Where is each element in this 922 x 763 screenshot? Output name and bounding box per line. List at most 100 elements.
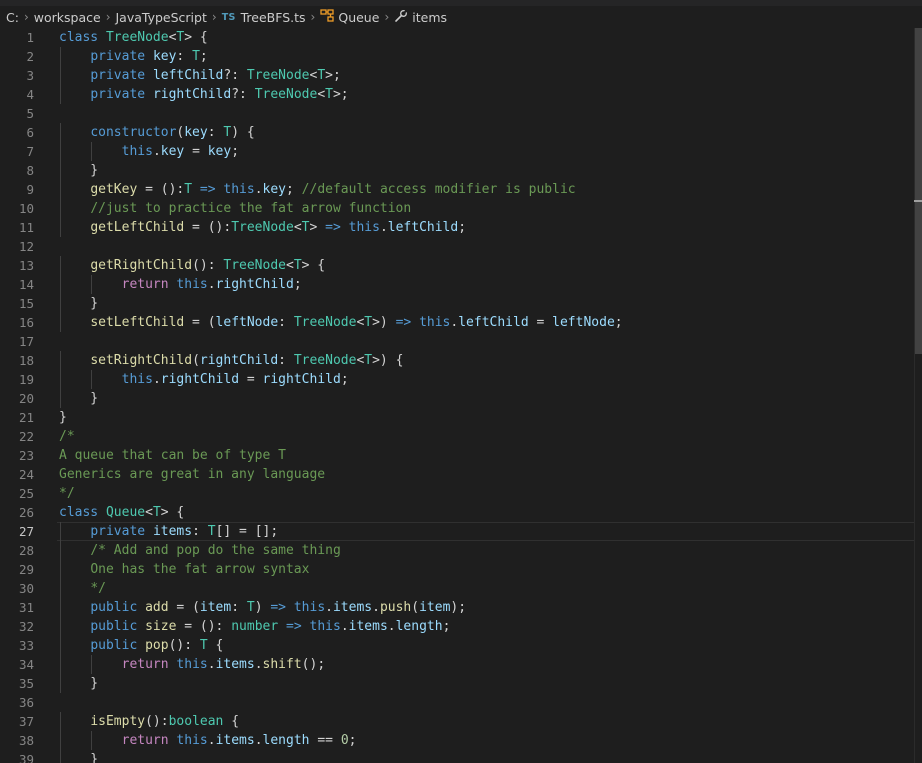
code-token: ; — [442, 619, 451, 634]
code-line[interactable]: 16 setLeftChild = (leftNode: TreeNode<T>… — [0, 313, 914, 332]
code-line[interactable]: 35 } — [0, 674, 914, 693]
code-token: . — [207, 277, 216, 292]
code-line[interactable]: 14 return this.rightChild; — [0, 275, 914, 294]
code-token: One has the fat arrow syntax — [90, 562, 310, 577]
code-line[interactable]: 24 Generics are great in any language — [0, 465, 914, 484]
code-line[interactable]: 2 private key: T; — [0, 47, 914, 66]
line-number: 5 — [26, 106, 34, 121]
breadcrumb-class[interactable]: Queue — [338, 10, 379, 25]
line-number: 32 — [18, 619, 34, 634]
code-line[interactable]: 39 } — [0, 750, 914, 763]
code-token: : — [278, 353, 294, 368]
code-line[interactable]: 12 — [0, 237, 914, 256]
code-line[interactable]: 20 } — [0, 389, 914, 408]
code-token: ; — [340, 372, 349, 387]
code-line[interactable]: 18 setRightChild(rightChild: TreeNode<T>… — [0, 351, 914, 370]
code-line[interactable]: 8 } — [0, 161, 914, 180]
code-line[interactable]: 33 public pop(): T { — [0, 636, 914, 655]
code-line[interactable]: 23 A queue that can be of type T — [0, 446, 914, 465]
code-token: (): — [192, 258, 224, 273]
line-number: 12 — [18, 239, 34, 254]
code-text: /* — [59, 427, 75, 446]
code-token: public — [90, 638, 138, 653]
code-line[interactable]: 25 */ — [0, 484, 914, 503]
code-text: } — [59, 389, 98, 408]
code-line[interactable]: 5 — [0, 104, 914, 123]
code-token: private — [90, 68, 146, 83]
code-line[interactable]: 19 this.rightChild = rightChild; — [0, 370, 914, 389]
code-text: class Queue<T> { — [59, 503, 184, 522]
line-number: 30 — [18, 581, 34, 596]
code-token: this — [309, 619, 341, 634]
breadcrumb-folder-workspace[interactable]: workspace — [34, 10, 101, 25]
line-number: 11 — [18, 220, 34, 235]
code-text: } — [59, 408, 67, 427]
code-line[interactable]: 13 getRightChild(): TreeNode<T> { — [0, 256, 914, 275]
breadcrumb-member[interactable]: items — [412, 10, 447, 25]
code-text: public pop(): T { — [59, 636, 223, 655]
code-line[interactable]: 22 /* — [0, 427, 914, 446]
code-line[interactable]: 26 class Queue<T> { — [0, 503, 914, 522]
line-number: 39 — [18, 752, 34, 763]
code-line[interactable]: 17 — [0, 332, 914, 351]
code-token: items — [215, 657, 255, 672]
code-token: => — [199, 182, 216, 197]
code-line[interactable]: 10 //just to practice the fat arrow func… — [0, 199, 914, 218]
code-token: length — [395, 619, 443, 634]
code-line[interactable]: 37 isEmpty():boolean { — [0, 712, 914, 731]
breadcrumb-drive[interactable]: C: — [6, 10, 19, 25]
code-line[interactable]: 34 return this.items.shift(); — [0, 655, 914, 674]
code-text: setLeftChild = (leftNode: TreeNode<T>) =… — [59, 313, 622, 332]
code-token: T — [184, 182, 193, 197]
breadcrumb-folder-javatypescript[interactable]: JavaTypeScript — [116, 10, 207, 25]
code-token: push — [379, 600, 412, 615]
code-line[interactable]: 15 } — [0, 294, 914, 313]
code-line[interactable]: 28 /* Add and pop do the same thing — [0, 541, 914, 560]
code-line[interactable]: 11 getLeftChild = ():TreeNode<T> => this… — [0, 218, 914, 237]
code-token: = (): — [137, 182, 185, 197]
code-text: private items: T[] = []; — [59, 522, 278, 541]
code-line[interactable]: 9 getKey = ():T => this.key; //default a… — [0, 180, 914, 199]
code-line[interactable]: 21} — [0, 408, 914, 427]
line-number: 3 — [26, 68, 34, 83]
code-line[interactable]: 27 private items: T[] = []; — [0, 522, 914, 541]
code-line[interactable]: 32 public size = (): number => this.item… — [0, 617, 914, 636]
code-token: /* Add and pop do the same thing — [90, 543, 341, 558]
line-number: 15 — [18, 296, 34, 311]
code-token: (): — [168, 638, 200, 653]
code-token: leftChild — [387, 220, 459, 235]
code-editor[interactable]: 1 class TreeNode<T> {2 private key: T; 3 p… — [0, 28, 914, 763]
line-number: 7 — [26, 144, 34, 159]
code-token: . — [340, 619, 349, 634]
code-token: > — [309, 220, 326, 235]
code-text: return this.items.shift(); — [59, 655, 326, 674]
code-token: > { — [184, 30, 208, 45]
code-line[interactable]: 31 public add = (item: T) => this.items.… — [0, 598, 914, 617]
code-token: this — [176, 657, 208, 672]
code-line[interactable]: 29 One has the fat arrow syntax — [0, 560, 914, 579]
code-token: } — [59, 676, 99, 691]
code-text: Generics are great in any language — [59, 465, 325, 484]
code-line[interactable]: 7 this.key = key; — [0, 142, 914, 161]
code-line[interactable]: 4 private rightChild?: TreeNode<T>; — [0, 85, 914, 104]
code-line[interactable]: 6 constructor(key: T) { — [0, 123, 914, 142]
code-text: */ — [59, 484, 75, 503]
vertical-scrollbar-thumb[interactable] — [915, 28, 922, 354]
code-token: TreeNode — [223, 258, 286, 273]
code-line[interactable]: 1 class TreeNode<T> { — [0, 28, 914, 47]
code-line[interactable]: 3 private leftChild?: TreeNode<T>; — [0, 66, 914, 85]
breadcrumb-file[interactable]: TreeBFS.ts — [241, 10, 306, 25]
code-line[interactable]: 30 */ — [0, 579, 914, 598]
code-line[interactable]: 36 — [0, 693, 914, 712]
code-token: T — [192, 49, 200, 64]
code-token: this — [121, 144, 153, 159]
code-line[interactable]: 38 return this.items.length == 0; — [0, 731, 914, 750]
code-token: . — [325, 600, 333, 615]
